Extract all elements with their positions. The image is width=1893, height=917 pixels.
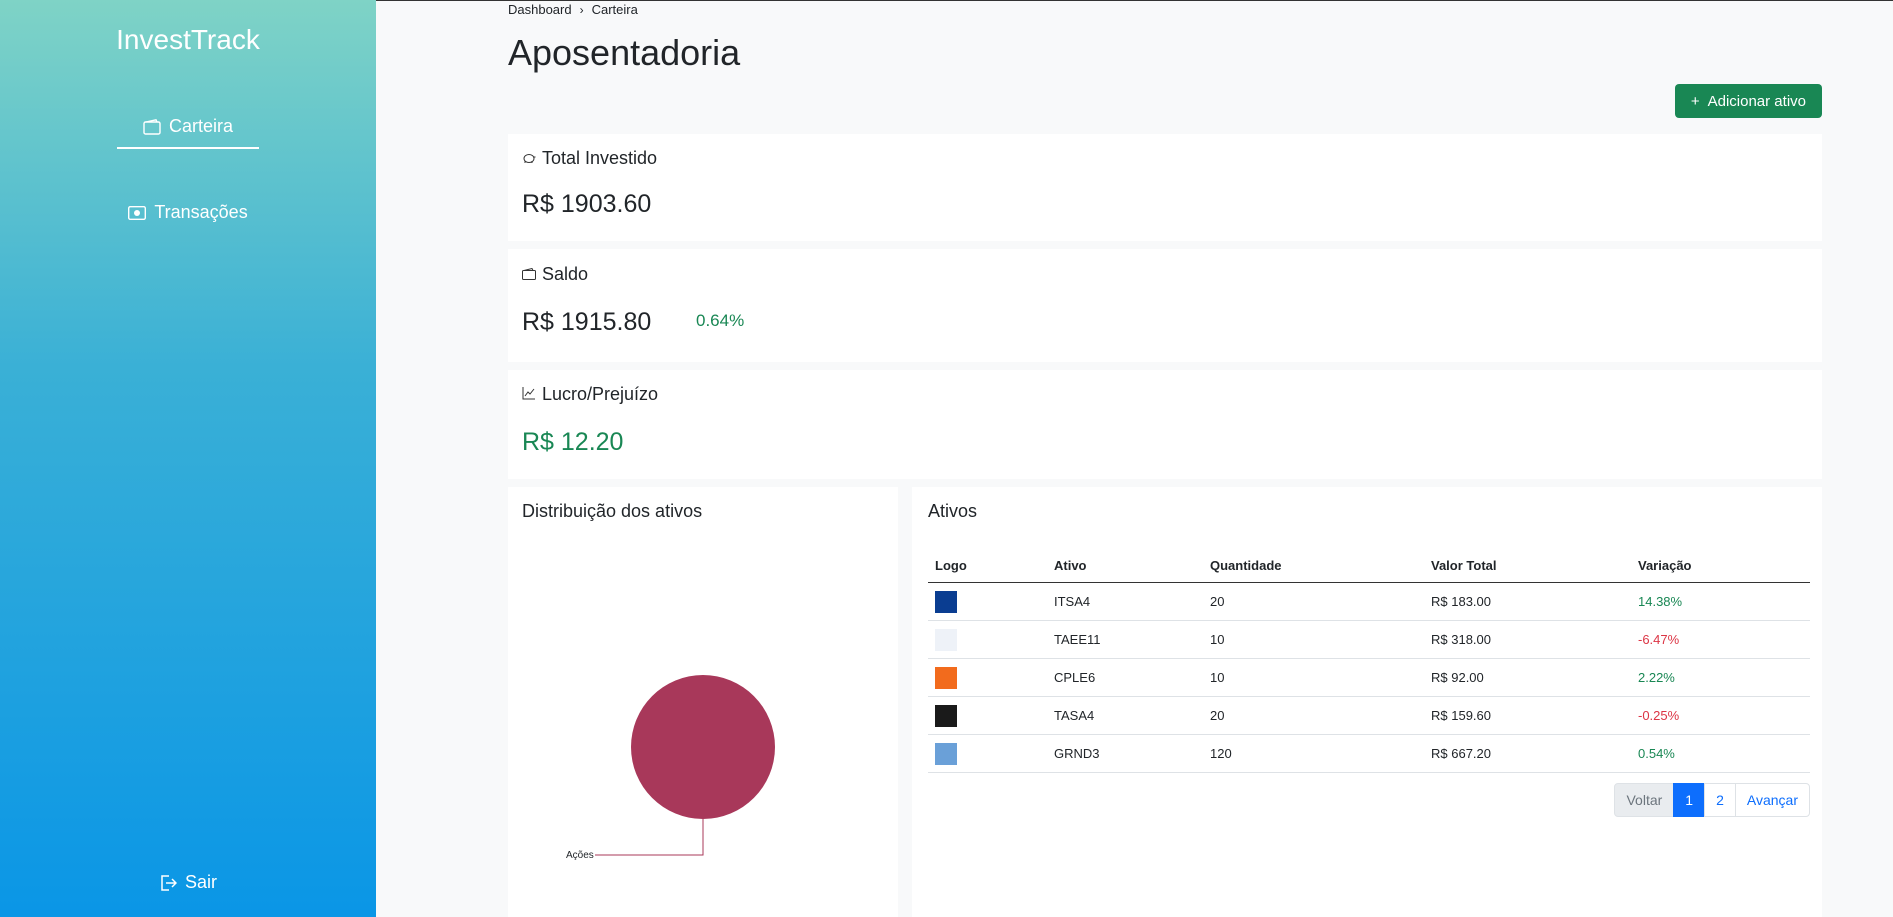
total-investido-title: Total Investido xyxy=(542,148,658,168)
asset-logo-icon xyxy=(935,666,957,689)
asset-quantity: 120 xyxy=(1203,734,1424,773)
asset-change: 2.22% xyxy=(1631,658,1810,697)
table-row[interactable]: CPLE6 10 R$ 92.00 2.22% xyxy=(928,658,1810,697)
total-investido-title-row: Total Investido xyxy=(522,148,657,169)
asset-logo-icon xyxy=(935,628,957,651)
table-row[interactable]: TASA4 20 R$ 159.60 -0.25% xyxy=(928,696,1810,735)
pagination-prev[interactable]: Voltar xyxy=(1614,783,1675,817)
table-header-row: Logo Ativo Quantidade Valor Total Variaç… xyxy=(928,549,1810,583)
add-asset-label: Adicionar ativo xyxy=(1707,92,1806,110)
asset-logo-icon xyxy=(935,590,957,613)
asset-ticker: CPLE6 xyxy=(1047,658,1203,697)
asset-total: R$ 159.60 xyxy=(1424,696,1631,735)
asset-quantity: 10 xyxy=(1203,658,1424,697)
lucro-title-row: Lucro/Prejuízo xyxy=(522,384,658,405)
saldo-value: R$ 1915.80 xyxy=(522,308,652,336)
asset-total: R$ 183.00 xyxy=(1424,582,1631,621)
add-asset-button[interactable]: + Adicionar ativo xyxy=(1674,84,1822,118)
asset-change: -6.47% xyxy=(1631,620,1810,659)
pagination: Voltar 1 2 Avançar xyxy=(1614,783,1810,817)
asset-logo-icon xyxy=(935,704,957,727)
logout-wrapper: Sair xyxy=(0,872,376,893)
col-variacao: Variação xyxy=(1631,549,1810,583)
logout-icon xyxy=(159,874,177,892)
asset-total: R$ 92.00 xyxy=(1424,658,1631,697)
asset-quantity: 10 xyxy=(1203,620,1424,659)
asset-total: R$ 318.00 xyxy=(1424,620,1631,659)
piggy-bank-icon xyxy=(522,148,536,169)
lucro-value: R$ 12.20 xyxy=(522,428,624,456)
graph-up-icon xyxy=(522,384,536,405)
lucro-card: Lucro/Prejuízo R$ 12.20 xyxy=(508,370,1822,479)
logout-button[interactable]: Sair xyxy=(159,872,217,893)
col-ativo: Ativo xyxy=(1047,549,1203,583)
sidebar-item-label: Transações xyxy=(154,202,248,222)
breadcrumb: Dashboard › Carteira xyxy=(508,2,638,17)
asset-quantity: 20 xyxy=(1203,582,1424,621)
asset-total: R$ 667.20 xyxy=(1424,734,1631,773)
chevron-right-icon: › xyxy=(579,2,584,17)
saldo-title-row: Saldo xyxy=(522,264,588,285)
asset-logo xyxy=(928,582,1047,621)
asset-ticker: GRND3 xyxy=(1047,734,1203,773)
asset-ticker: TAEE11 xyxy=(1047,620,1203,659)
pagination-next[interactable]: Avançar xyxy=(1734,783,1810,817)
table-row[interactable]: GRND3 120 R$ 667.20 0.54% xyxy=(928,734,1810,773)
saldo-change: 0.64% xyxy=(696,311,745,330)
wallet-icon xyxy=(522,264,536,285)
sidebar-item-transacoes[interactable]: Transações xyxy=(102,196,273,233)
table-row[interactable]: ITSA4 20 R$ 183.00 14.38% xyxy=(928,582,1810,621)
brand-logo: InvestTrack xyxy=(116,24,260,55)
saldo-card: Saldo R$ 1915.80 0.64% xyxy=(508,249,1822,362)
total-investido-card: Total Investido R$ 1903.60 xyxy=(508,134,1822,241)
asset-ticker: TASA4 xyxy=(1047,696,1203,735)
col-valor-total: Valor Total xyxy=(1424,549,1631,583)
breadcrumb-dashboard[interactable]: Dashboard xyxy=(508,2,572,17)
col-logo: Logo xyxy=(928,549,1047,583)
asset-change: -0.25% xyxy=(1631,696,1810,735)
table-row[interactable]: TAEE11 10 R$ 318.00 -6.47% xyxy=(928,620,1810,659)
total-investido-value: R$ 1903.60 xyxy=(522,190,652,218)
col-quantidade: Quantidade xyxy=(1203,549,1424,583)
lucro-title: Lucro/Prejuízo xyxy=(542,384,659,404)
asset-logo-icon xyxy=(935,742,957,765)
pie-leader-line xyxy=(595,819,704,856)
asset-logo xyxy=(928,620,1047,659)
page-title: Aposentadoria xyxy=(508,32,741,73)
sidebar: InvestTrack Carteira Transações Sair xyxy=(0,0,376,917)
sidebar-item-transacoes-wrapper: Transações xyxy=(0,196,376,233)
sidebar-item-carteira[interactable]: Carteira xyxy=(116,110,260,149)
asset-change: 14.38% xyxy=(1631,582,1810,621)
asset-ticker: ITSA4 xyxy=(1047,582,1203,621)
asset-logo xyxy=(928,696,1047,735)
pie-chart: Ações xyxy=(566,675,775,861)
cash-icon xyxy=(128,205,147,220)
logout-label: Sair xyxy=(184,872,217,892)
asset-logo xyxy=(928,734,1047,773)
plus-icon: + xyxy=(1690,92,1700,110)
sidebar-item-label: Carteira xyxy=(168,116,234,136)
pagination-page-2[interactable]: 2 xyxy=(1704,783,1736,817)
asset-logo xyxy=(928,658,1047,697)
asset-change: 0.54% xyxy=(1631,734,1810,773)
saldo-title: Saldo xyxy=(542,264,589,284)
distribution-chart-card: Distribuição dos ativos Ações xyxy=(508,487,898,917)
pie-slice[interactable] xyxy=(631,675,775,819)
breadcrumb-carteira: Carteira xyxy=(591,2,638,17)
wallet-icon xyxy=(143,118,161,135)
pie-label: Ações xyxy=(566,850,594,861)
sidebar-item-carteira-wrapper: Carteira xyxy=(0,110,376,149)
assets-card: Ativos Logo Ativo Quantidade Valor Total… xyxy=(912,487,1822,917)
pagination-page-1[interactable]: 1 xyxy=(1673,783,1706,817)
asset-quantity: 20 xyxy=(1203,696,1424,735)
assets-table: Logo Ativo Quantidade Valor Total Variaç… xyxy=(928,549,1810,773)
assets-title: Ativos xyxy=(928,501,978,521)
